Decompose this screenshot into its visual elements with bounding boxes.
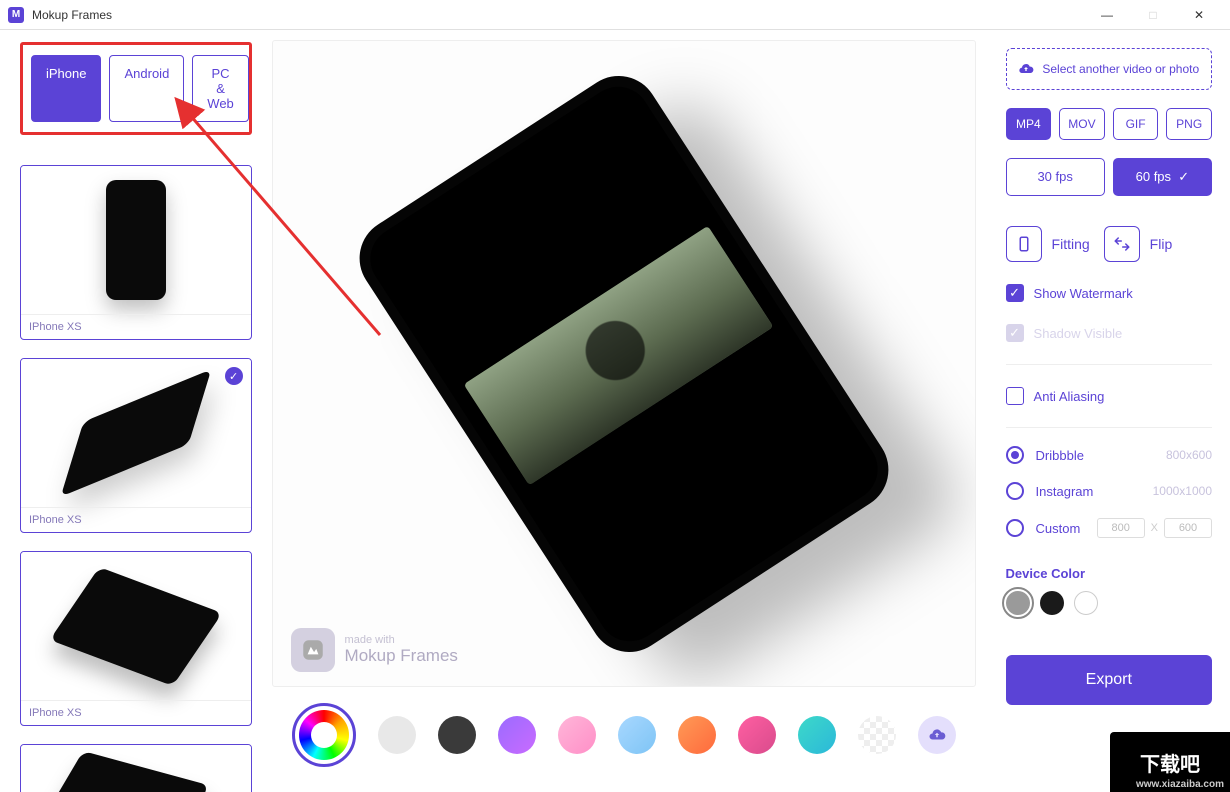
select-media-label: Select another video or photo: [1042, 62, 1199, 76]
color-swatch[interactable]: [678, 716, 716, 754]
device-color-title: Device Color: [1006, 566, 1212, 581]
transform-row: Fitting Flip: [1006, 226, 1212, 262]
anti-aliasing-checkbox[interactable]: Anti Aliasing: [1006, 387, 1212, 405]
color-swatch-transparent[interactable]: [858, 716, 896, 754]
close-button[interactable]: ✕: [1176, 0, 1222, 30]
minimize-button[interactable]: —: [1084, 0, 1130, 30]
custom-width-input[interactable]: 800: [1097, 518, 1145, 538]
format-mov[interactable]: MOV: [1059, 108, 1105, 140]
device-color-black[interactable]: [1040, 591, 1064, 615]
sidebar: iPhone Android PC & Web IPhone XS ✓ IPho…: [0, 30, 272, 792]
format-png[interactable]: PNG: [1166, 108, 1212, 140]
divider: [1006, 427, 1212, 428]
device-color-gray[interactable]: [1006, 591, 1030, 615]
flip-button[interactable]: Flip: [1104, 226, 1173, 262]
divider: [1006, 364, 1212, 365]
settings-panel: Select another video or photo MP4 MOV GI…: [988, 30, 1230, 792]
color-swatch[interactable]: [378, 716, 416, 754]
export-button[interactable]: Export: [1006, 655, 1212, 705]
format-gif[interactable]: GIF: [1113, 108, 1159, 140]
selected-check-icon: ✓: [225, 367, 243, 385]
format-row: MP4 MOV GIF PNG: [1006, 108, 1212, 140]
tab-iphone[interactable]: iPhone: [31, 55, 101, 122]
window-controls: — □ ✕: [1084, 0, 1222, 30]
watermark-badge: made with Mokup Frames: [291, 628, 458, 672]
preview-device: [344, 60, 904, 667]
preset-custom[interactable]: Custom 800 X 600: [1006, 518, 1212, 538]
color-swatch[interactable]: [738, 716, 776, 754]
thumb-label: IPhone XS: [21, 314, 251, 339]
upload-background-button[interactable]: [918, 716, 956, 754]
tab-pcweb[interactable]: PC & Web: [192, 55, 248, 122]
phone-front-icon: [106, 180, 166, 300]
phone-angle-icon: [60, 369, 211, 497]
fps-60[interactable]: 60 fps ✓: [1113, 158, 1212, 196]
phone-flat-icon: [49, 567, 222, 686]
fps-row: 30 fps 60 fps ✓: [1006, 158, 1212, 196]
checkbox-checked-icon: ✓: [1006, 284, 1024, 302]
checkbox-icon: [1006, 387, 1024, 405]
preset-instagram[interactable]: Instagram 1000x1000: [1006, 482, 1212, 500]
show-watermark-checkbox[interactable]: ✓ Show Watermark: [1006, 284, 1212, 302]
thumb-label: IPhone XS: [21, 700, 251, 725]
app-icon: M: [8, 7, 24, 23]
preset-dribbble[interactable]: Dribbble 800x600: [1006, 446, 1212, 464]
fps-30[interactable]: 30 fps: [1006, 158, 1105, 196]
background-color-row: [272, 687, 976, 782]
phone-flat-icon: [39, 751, 209, 792]
fitting-button[interactable]: Fitting: [1006, 226, 1090, 262]
preview-screen-content: [463, 225, 773, 485]
device-color-row: [1006, 591, 1212, 615]
device-thumb-list: IPhone XS ✓ IPhone XS IPhone XS: [20, 165, 252, 792]
app-title: Mokup Frames: [32, 8, 112, 22]
tab-android[interactable]: Android: [109, 55, 184, 122]
radio-selected-icon: [1006, 446, 1024, 464]
watermark-line1: made with: [345, 634, 458, 646]
color-swatch[interactable]: [798, 716, 836, 754]
titlebar: M Mokup Frames — □ ✕: [0, 0, 1230, 30]
color-wheel-picker[interactable]: [292, 703, 356, 767]
format-mp4[interactable]: MP4: [1006, 108, 1052, 140]
canvas-area: made with Mokup Frames: [272, 30, 988, 792]
checkbox-checked-icon: ✓: [1006, 324, 1024, 342]
radio-icon: [1006, 482, 1024, 500]
device-color-white[interactable]: [1074, 591, 1098, 615]
platform-tabs-highlight: iPhone Android PC & Web: [20, 42, 252, 135]
download-site-badge: 下载吧 www.xiazaiba.com: [1110, 732, 1230, 792]
select-media-button[interactable]: Select another video or photo: [1006, 48, 1212, 90]
thumb-label: IPhone XS: [21, 507, 251, 532]
cloud-upload-icon: [1018, 61, 1034, 77]
preview-canvas[interactable]: made with Mokup Frames: [272, 40, 976, 687]
device-thumb[interactable]: IPhone XS: [20, 551, 252, 726]
fitting-icon: [1015, 235, 1033, 253]
device-thumb[interactable]: IPhone XS: [20, 165, 252, 340]
color-swatch[interactable]: [498, 716, 536, 754]
watermark-logo-icon: [291, 628, 335, 672]
cloud-upload-icon: [928, 726, 946, 744]
color-swatch[interactable]: [558, 716, 596, 754]
device-thumb[interactable]: [20, 744, 252, 792]
color-swatch[interactable]: [438, 716, 476, 754]
watermark-line2: Mokup Frames: [345, 646, 458, 665]
custom-height-input[interactable]: 600: [1164, 518, 1212, 538]
radio-icon: [1006, 519, 1024, 537]
shadow-visible-checkbox: ✓ Shadow Visible: [1006, 324, 1212, 342]
device-thumb[interactable]: ✓ IPhone XS: [20, 358, 252, 533]
flip-icon: [1113, 235, 1131, 253]
maximize-button[interactable]: □: [1130, 0, 1176, 30]
color-swatch[interactable]: [618, 716, 656, 754]
